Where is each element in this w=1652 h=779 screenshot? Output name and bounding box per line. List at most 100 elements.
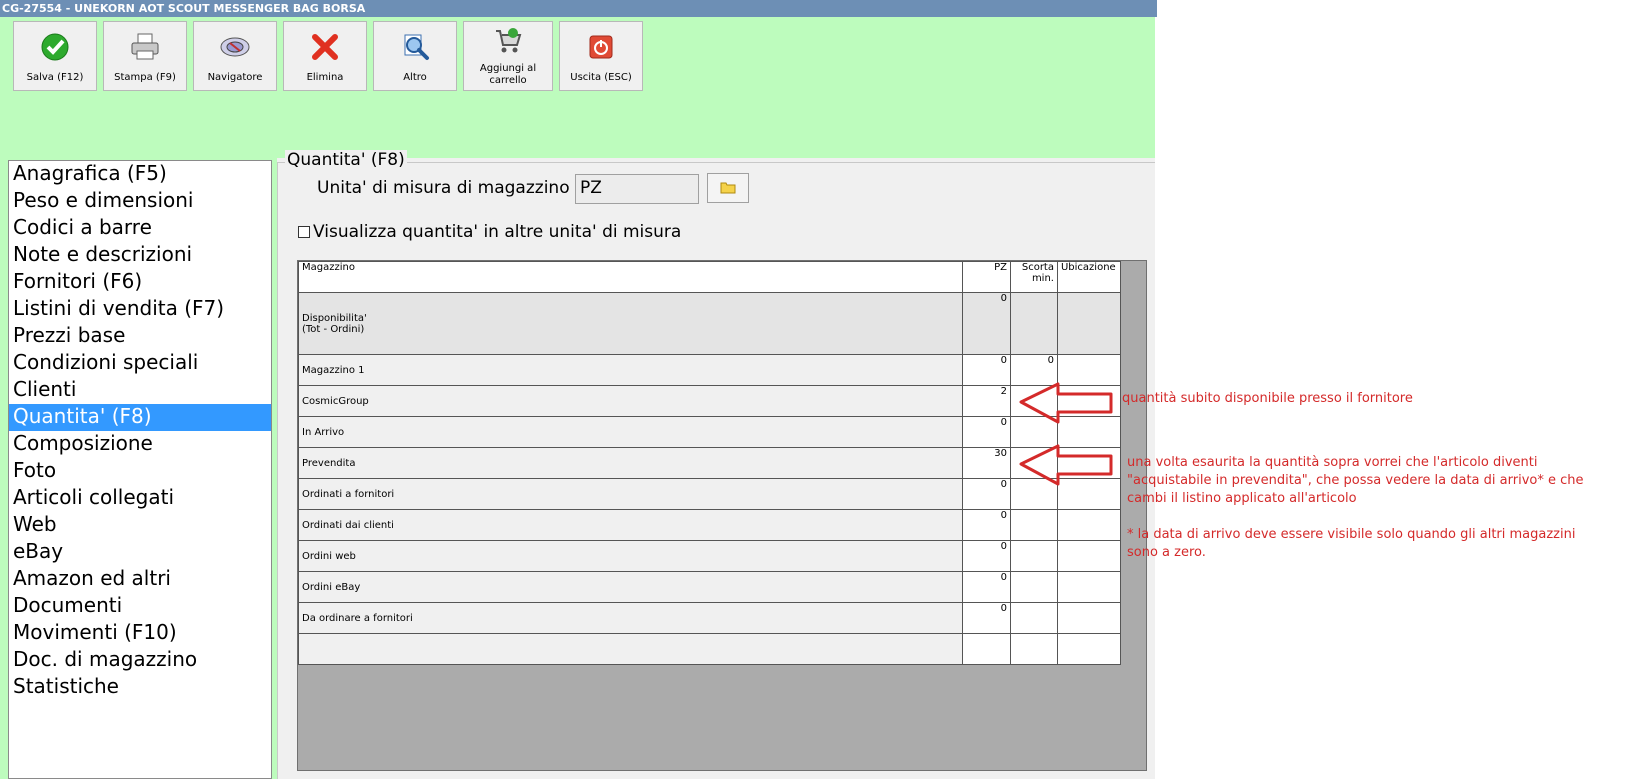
nav-item-fornitori[interactable]: Fornitori (F6) (9, 269, 271, 296)
row-pz-cell[interactable]: 0 (962, 354, 1011, 386)
row-scorta-cell[interactable] (1010, 540, 1058, 572)
add-to-cart-button[interactable]: Aggiungi al carrello (463, 21, 553, 91)
row-pz-cell[interactable] (962, 633, 1011, 665)
table-row: CosmicGroup 2 (297, 385, 1122, 417)
application-window: CG-27554 - UNEKORN AOT SCOUT MESSENGER B… (0, 0, 1157, 779)
availability-ubicazione (1056, 292, 1122, 355)
row-ubicazione-cell[interactable] (1056, 633, 1122, 665)
nav-item-anagrafica[interactable]: Anagrafica (F5) (9, 161, 271, 188)
row-name: Da ordinare a fornitori (297, 602, 964, 634)
nav-item-amazon[interactable]: Amazon ed altri (9, 566, 271, 593)
nav-item-peso-dimensioni[interactable]: Peso e dimensioni (9, 188, 271, 215)
grid-header-row: Magazzino PZ Scorta min. Ubicazione (297, 261, 1122, 293)
row-pz-cell[interactable]: 0 (962, 416, 1011, 448)
uom-browse-button[interactable] (707, 173, 749, 203)
row-scorta-cell[interactable] (1010, 509, 1058, 541)
row-scorta-cell[interactable] (1010, 602, 1058, 634)
row-pz-cell[interactable]: 0 (962, 602, 1011, 634)
availability-label: Disponibilita' (Tot - Ordini) (297, 292, 964, 355)
nav-item-listini-vendita[interactable]: Listini di vendita (F7) (9, 296, 271, 323)
header-scorta-min: Scorta min. (1010, 261, 1058, 293)
row-name: Prevendita (297, 447, 964, 479)
row-name: CosmicGroup (297, 385, 964, 417)
row-ubicazione-cell[interactable] (1056, 540, 1122, 572)
row-name: Magazzino 1 (297, 354, 964, 386)
row-pz-cell[interactable]: 0 (962, 540, 1011, 572)
other-units-checkbox[interactable] (298, 226, 310, 238)
nav-item-prezzi-base[interactable]: Prezzi base (9, 323, 271, 350)
print-button[interactable]: Stampa (F9) (103, 21, 187, 91)
nav-item-ebay[interactable]: eBay (9, 539, 271, 566)
nav-item-codici-barre[interactable]: Codici a barre (9, 215, 271, 242)
panel-title: Quantita' (F8) (285, 150, 407, 170)
nav-item-web[interactable]: Web (9, 512, 271, 539)
availability-scorta (1010, 292, 1058, 355)
row-ubicazione-cell[interactable] (1056, 571, 1122, 603)
more-button[interactable]: Altro (373, 21, 457, 91)
nav-item-statistiche[interactable]: Statistiche (9, 674, 271, 701)
nav-item-doc-magazzino[interactable]: Doc. di magazzino (9, 647, 271, 674)
nav-item-clienti[interactable]: Clienti (9, 377, 271, 404)
nav-item-note-descrizioni[interactable]: Note e descrizioni (9, 242, 271, 269)
exit-button[interactable]: Uscita (ESC) (559, 21, 643, 91)
more-button-label: Altro (403, 72, 427, 83)
save-button-label: Salva (F12) (26, 72, 84, 83)
row-name: Ordini eBay (297, 571, 964, 603)
table-row: Ordinati dai clienti 0 (297, 509, 1122, 541)
nav-item-condizioni-speciali[interactable]: Condizioni speciali (9, 350, 271, 377)
folder-icon (720, 179, 736, 198)
table-row: Ordini eBay 0 (297, 571, 1122, 603)
nav-item-quantita[interactable]: Quantita' (F8) (9, 404, 271, 431)
magnifier-icon (374, 32, 456, 62)
quantity-grid: Magazzino PZ Scorta min. Ubicazione Disp… (297, 260, 1147, 771)
groupbox-border-top (277, 162, 1155, 163)
window-title: CG-27554 - UNEKORN AOT SCOUT MESSENGER B… (0, 0, 1157, 17)
nav-item-articoli-collegati[interactable]: Articoli collegati (9, 485, 271, 512)
navigator-button-label: Navigatore (207, 72, 263, 83)
table-row: Ordinati a fornitori 0 (297, 478, 1122, 510)
row-pz-cell[interactable]: 2 (962, 385, 1011, 417)
row-ubicazione-cell[interactable] (1056, 509, 1122, 541)
table-row: Ordini web 0 (297, 540, 1122, 572)
exit-button-label: Uscita (ESC) (570, 72, 632, 83)
print-button-label: Stampa (F9) (114, 72, 176, 83)
save-button[interactable]: Salva (F12) (13, 21, 97, 91)
row-pz-cell[interactable]: 30 (962, 447, 1011, 479)
groupbox-border-left (277, 162, 278, 779)
add-to-cart-button-label: Aggiungi al carrello (479, 63, 537, 86)
header-pz: PZ (962, 261, 1011, 293)
power-icon (560, 32, 642, 62)
cart-icon (464, 27, 552, 57)
row-name: Ordini web (297, 540, 964, 572)
printer-icon (104, 32, 186, 62)
delete-button[interactable]: Elimina (283, 21, 367, 91)
row-name: Ordinati dai clienti (297, 509, 964, 541)
row-pz-cell[interactable]: 0 (962, 509, 1011, 541)
nav-item-documenti[interactable]: Documenti (9, 593, 271, 620)
row-scorta-cell[interactable] (1010, 571, 1058, 603)
row-pz-cell[interactable]: 0 (962, 478, 1011, 510)
annotation-note-2: una volta esaurita la quantità sopra vor… (1127, 455, 1584, 506)
row-name (297, 633, 964, 665)
empty-table-row (297, 633, 1122, 665)
availability-row: Disponibilita' (Tot - Ordini) 0 (297, 292, 1122, 355)
navigator-button[interactable]: Navigatore (193, 21, 277, 91)
table-row: In Arrivo 0 (297, 416, 1122, 448)
annotation-note-1: quantità subito disponibile presso il fo… (1122, 391, 1413, 406)
uom-field[interactable]: PZ (575, 174, 699, 204)
nav-item-foto[interactable]: Foto (9, 458, 271, 485)
navigator-icon (194, 32, 276, 62)
other-units-checkbox-label: Visualizza quantita' in altre unita' di … (313, 222, 682, 242)
uom-label: Unita' di misura di magazzino : (317, 178, 581, 198)
nav-item-composizione[interactable]: Composizione (9, 431, 271, 458)
annotation-arrow-2 (1019, 444, 1113, 486)
annotation-note-3: * la data di arrivo deve essere visibile… (1127, 527, 1576, 560)
row-scorta-cell[interactable] (1010, 633, 1058, 665)
row-ubicazione-cell[interactable] (1056, 602, 1122, 634)
delete-x-icon (284, 32, 366, 62)
row-name: Ordinati a fornitori (297, 478, 964, 510)
header-ubicazione: Ubicazione (1056, 261, 1122, 293)
row-pz-cell[interactable]: 0 (962, 571, 1011, 603)
nav-item-movimenti[interactable]: Movimenti (F10) (9, 620, 271, 647)
annotation-arrow-1 (1019, 382, 1113, 424)
